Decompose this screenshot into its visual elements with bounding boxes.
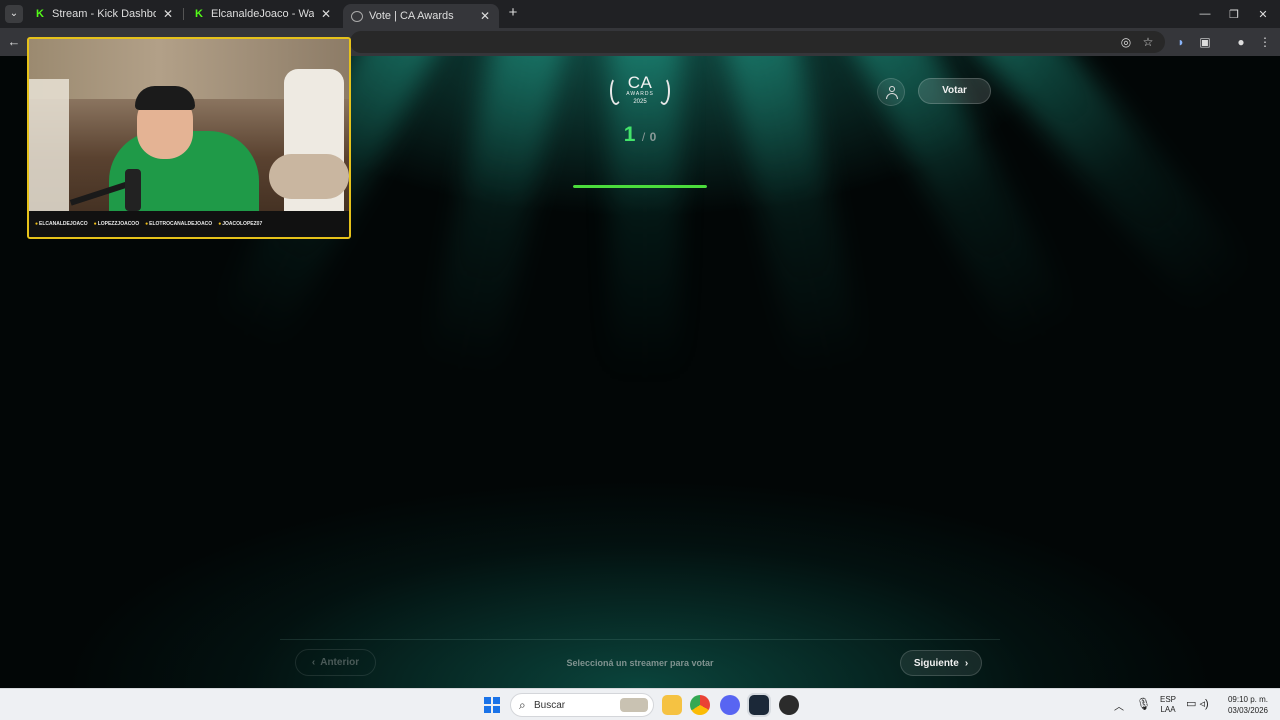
obs-icon[interactable] xyxy=(779,695,799,715)
user-icon-body xyxy=(886,93,898,99)
counter-current: 1 xyxy=(623,123,636,146)
progress-bar xyxy=(573,185,707,188)
webcam-dog xyxy=(269,154,349,199)
clock-date: 03/03/2026 xyxy=(1227,706,1269,715)
kick-icon: K xyxy=(36,8,44,20)
more-icon[interactable]: ⋮ xyxy=(1257,34,1273,50)
counter-total: 0 xyxy=(649,130,657,144)
logo-year: 2025 xyxy=(633,99,647,105)
keyboard-layout: LAA xyxy=(1160,705,1176,714)
microphone xyxy=(125,169,141,211)
logo-title: CA xyxy=(627,73,653,92)
language-indicator[interactable]: ESP LAA xyxy=(1156,695,1180,720)
browser-tab-bar: ⌄ K Stream - Kick Dashboard ✕ K Elcanald… xyxy=(0,0,1280,28)
language-code: ESP xyxy=(1159,695,1176,704)
tab-close-icon[interactable]: ✕ xyxy=(162,7,174,21)
progress-bar-fill xyxy=(573,185,707,188)
siguiente-button[interactable]: Siguiente › xyxy=(900,650,982,676)
chrome-icon[interactable] xyxy=(690,695,710,715)
eye-off-icon[interactable]: ◎ xyxy=(1118,34,1134,50)
ca-awards-logo: CA AWARDS 2025 xyxy=(606,71,674,111)
light-beam xyxy=(720,56,865,376)
chevron-up-icon[interactable]: ︿ xyxy=(1114,698,1124,720)
microphone-icon[interactable]: 🎙 xyxy=(1136,697,1151,720)
windows-taskbar: ⌕ Buscar ︿ 🎙 ESP LAA ▭ ◃) 09:10 p. m. 03… xyxy=(0,688,1280,720)
search-highlight-image xyxy=(620,698,648,712)
address-bar[interactable] xyxy=(350,31,1165,53)
taskbar-clock[interactable]: 09:10 p. m. 03/03/2026 xyxy=(1222,694,1274,720)
tab-title: Vote | CA Awards xyxy=(369,10,454,22)
social-handle: ●ELOTROCANALDEJOACO xyxy=(145,221,213,227)
select-streamer-hint: Seleccioná un streamer para votar xyxy=(566,658,714,668)
anterior-label: Anterior xyxy=(320,657,360,668)
search-label: Buscar xyxy=(534,700,566,711)
ca-awards-icon xyxy=(351,10,363,22)
back-button[interactable]: ← xyxy=(6,34,22,50)
extension-icon[interactable]: ◗ xyxy=(1173,34,1189,50)
chevron-right-icon: › xyxy=(964,657,969,669)
footer-divider xyxy=(280,639,1000,640)
votar-button[interactable]: Votar xyxy=(918,78,991,104)
anterior-button[interactable]: ‹ Anterior xyxy=(295,649,376,676)
streamer-cap xyxy=(135,86,195,110)
tab-close-icon[interactable]: ✕ xyxy=(479,9,491,23)
light-beam xyxy=(425,56,570,376)
tab-kick-dashboard[interactable]: K Stream - Kick Dashboard ✕ xyxy=(26,0,182,28)
file-explorer-icon[interactable] xyxy=(662,695,682,715)
siguiente-label: Siguiente xyxy=(913,657,959,669)
tab-vote-ca-awards[interactable]: Vote | CA Awards ✕ xyxy=(343,4,499,28)
social-handles-bar: ●ELCANALDEJOACO ●LOPEZZJOACOO ●ELOTROCAN… xyxy=(29,211,349,237)
tab-title: Stream - Kick Dashboard xyxy=(52,8,156,20)
user-account-button[interactable] xyxy=(877,78,905,106)
discord-icon[interactable] xyxy=(720,695,740,715)
social-handle: ●ELCANALDEJOACO xyxy=(35,221,88,227)
category-counter: 1 / 0 xyxy=(560,123,720,147)
kick-icon: K xyxy=(195,8,203,20)
search-icon: ⌕ xyxy=(519,698,526,712)
close-window-button[interactable]: ✕ xyxy=(1246,0,1280,28)
user-icon xyxy=(889,86,895,92)
tab-close-icon[interactable]: ✕ xyxy=(320,7,332,21)
chevron-left-icon: ‹ xyxy=(311,657,316,668)
logo-subtitle: AWARDS xyxy=(626,91,654,97)
clock-time: 09:10 p. m. xyxy=(1227,695,1269,704)
webcam-overlay[interactable]: ●ELCANALDEJOACO ●LOPEZZJOACOO ●ELOTROCAN… xyxy=(27,37,351,239)
new-tab-button[interactable]: + xyxy=(505,5,521,21)
social-handle: ●LOPEZZJOACOO xyxy=(93,221,140,227)
taskbar-search-box[interactable]: ⌕ Buscar xyxy=(510,693,654,717)
counter-separator: / xyxy=(641,130,646,144)
star-icon[interactable]: ☆ xyxy=(1140,34,1156,50)
puzzle-icon[interactable]: ▣ xyxy=(1197,34,1213,50)
social-handle: ●JOACOLOPEZ07 xyxy=(218,221,263,227)
tab-title: ElcanaldeJoaco - Watch the VOD xyxy=(211,8,314,20)
webcam-chair xyxy=(29,79,69,219)
tab-elcanaldejoaco-vod[interactable]: K ElcanaldeJoaco - Watch the VOD ✕ xyxy=(185,0,340,28)
steam-icon[interactable] xyxy=(749,695,769,715)
windows-start-button[interactable] xyxy=(484,697,500,713)
system-tray-icons[interactable]: ▭ ◃) xyxy=(1186,697,1209,720)
profile-icon[interactable]: ● xyxy=(1233,34,1249,50)
tab-search-menu-button[interactable]: ⌄ xyxy=(5,5,23,23)
tab-divider xyxy=(183,8,184,20)
